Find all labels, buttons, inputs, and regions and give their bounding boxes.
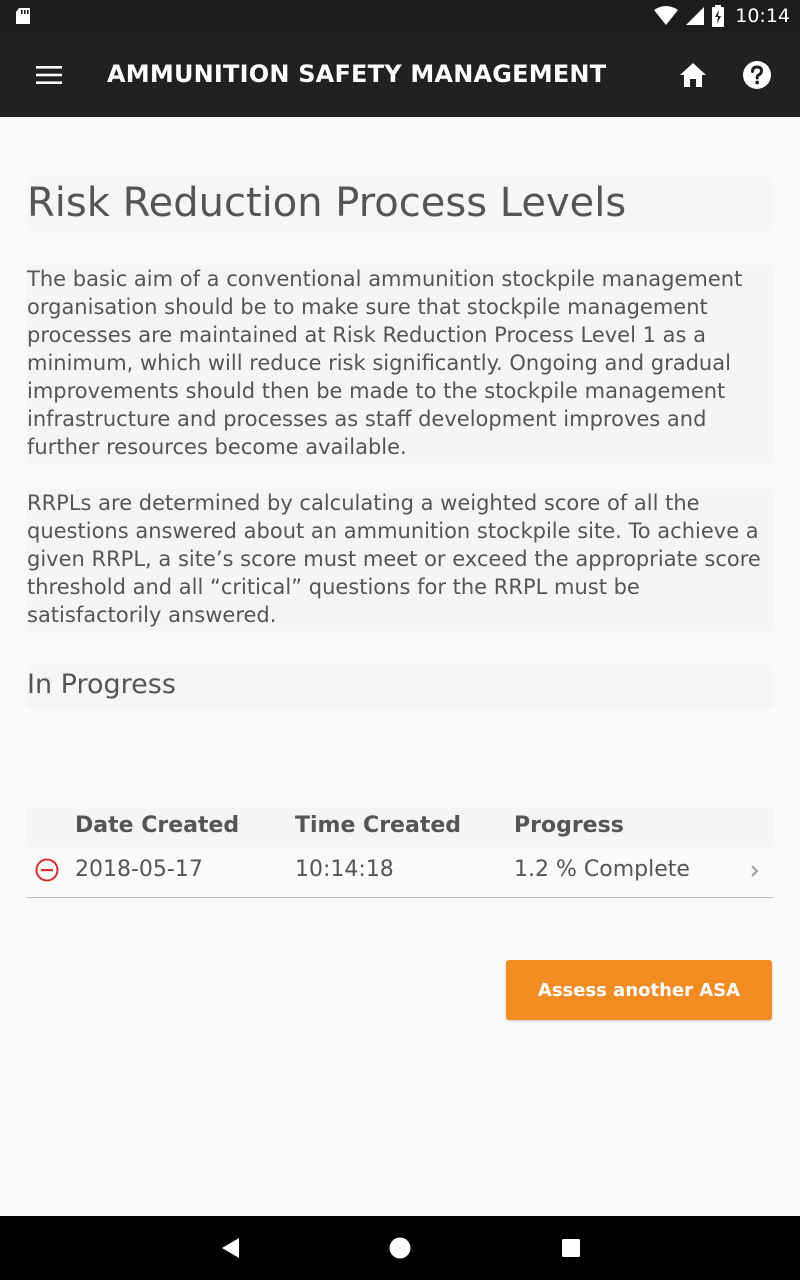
chevron-right-icon [751,865,759,877]
intro-paragraph: The basic aim of a conventional ammuniti… [27,265,773,463]
home-icon [680,63,706,87]
assess-another-asa-button[interactable]: Assess another ASA [506,960,772,1020]
wifi-icon [654,6,679,25]
sd-card-icon [16,8,30,24]
menu-button[interactable] [26,56,72,94]
app-bar: AMMUNITION SAFETY MANAGEMENT [0,32,800,117]
remove-circle-icon[interactable] [35,858,59,882]
status-bar: 10:14 [0,0,800,32]
help-button[interactable] [736,54,778,96]
page-title: Risk Reduction Process Levels [27,177,773,231]
header-date-created: Date Created [75,813,240,838]
header-progress: Progress [514,813,624,838]
table-header: Date Created Time Created Progress [27,807,773,847]
header-time-created: Time Created [295,813,461,838]
row-date: 2018-05-17 [75,857,203,882]
table-row[interactable]: 2018-05-17 10:14:18 1.2 % Complete [27,847,773,898]
row-progress: 1.2 % Complete [514,857,690,882]
assessments-table: Date Created Time Created Progress 2018-… [27,807,773,898]
home-circle-icon [389,1237,411,1259]
help-icon [743,61,771,89]
battery-icon [712,5,725,27]
app-title: AMMUNITION SAFETY MANAGEMENT [107,60,607,88]
hamburger-menu-icon [36,66,62,84]
section-title-in-progress: In Progress [27,665,773,709]
back-triangle-icon [222,1238,239,1258]
signal-icon [686,7,705,25]
nav-home-button[interactable] [384,1232,416,1264]
system-nav-bar [0,1216,800,1280]
home-button[interactable] [672,54,714,96]
rrpl-paragraph: RRPLs are determined by calculating a we… [27,489,773,631]
recents-square-icon [562,1239,580,1257]
status-time: 10:14 [735,5,790,27]
nav-recents-button[interactable] [555,1232,587,1264]
nav-back-button[interactable] [214,1232,246,1264]
row-time: 10:14:18 [295,857,394,882]
